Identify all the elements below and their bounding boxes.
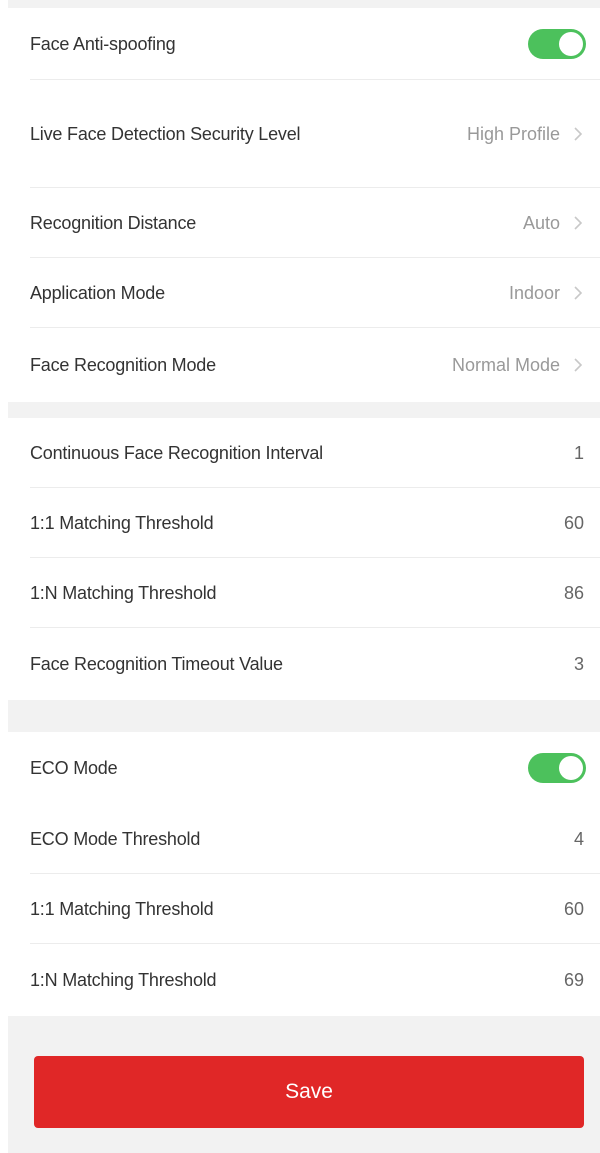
recognition-distance-value: Auto	[522, 212, 560, 233]
eco-matching-1-n-value[interactable]: 69	[564, 970, 584, 991]
section-gap	[8, 402, 600, 418]
timeout-value-value[interactable]: 3	[574, 654, 584, 675]
face-recognition-mode-label: Face Recognition Mode	[30, 354, 216, 375]
face-anti-spoofing-toggle[interactable]	[528, 29, 586, 59]
eco-matching-1-1-value[interactable]: 60	[564, 899, 584, 920]
face-anti-spoofing-label: Face Anti-spoofing	[30, 33, 176, 54]
liveness-level-selector[interactable]: High Profile	[467, 124, 586, 145]
settings-page: Face Anti-spoofing Live Face Detection S…	[8, 0, 600, 1153]
chevron-right-icon	[570, 215, 586, 231]
section-face-detection: Face Anti-spoofing Live Face Detection S…	[8, 8, 600, 402]
matching-1-1-row[interactable]: 1:1 Matching Threshold 60	[8, 488, 600, 558]
toggle-knob	[559, 756, 583, 780]
timeout-value-row[interactable]: Face Recognition Timeout Value 3	[8, 628, 600, 700]
matching-1-1-label: 1:1 Matching Threshold	[30, 512, 214, 533]
section-recognition-params: Continuous Face Recognition Interval 1 1…	[8, 418, 600, 700]
timeout-value-label: Face Recognition Timeout Value	[30, 653, 283, 674]
recognition-distance-label: Recognition Distance	[30, 212, 197, 233]
section-eco-mode: ECO Mode ECO Mode Threshold 4 1:1 Matchi…	[8, 732, 600, 1016]
liveness-level-label: Live Face Detection Security Level	[30, 124, 301, 144]
eco-matching-1-1-label: 1:1 Matching Threshold	[30, 898, 214, 919]
toggle-knob	[559, 32, 583, 56]
chevron-right-icon	[570, 357, 586, 373]
save-button[interactable]: Save	[34, 1056, 584, 1128]
matching-1-n-row[interactable]: 1:N Matching Threshold 86	[8, 558, 600, 628]
face-anti-spoofing-row: Face Anti-spoofing	[8, 8, 600, 80]
chevron-right-icon	[570, 126, 586, 142]
eco-matching-1-n-label: 1:N Matching Threshold	[30, 969, 217, 990]
eco-threshold-value[interactable]: 4	[574, 829, 584, 850]
application-mode-selector[interactable]: Indoor	[509, 283, 586, 304]
eco-matching-1-1-row[interactable]: 1:1 Matching Threshold 60	[8, 874, 600, 944]
save-area: Save	[8, 1016, 600, 1128]
application-mode-label: Application Mode	[30, 282, 165, 303]
continuous-interval-value[interactable]: 1	[574, 443, 584, 464]
eco-threshold-label: ECO Mode Threshold	[30, 828, 201, 849]
recognition-distance-selector[interactable]: Auto	[523, 213, 586, 234]
eco-mode-row: ECO Mode	[8, 732, 600, 804]
application-mode-row[interactable]: Application Mode Indoor	[8, 258, 600, 328]
eco-matching-1-n-row[interactable]: 1:N Matching Threshold 69	[8, 944, 600, 1016]
eco-mode-label: ECO Mode	[30, 757, 118, 778]
eco-mode-toggle[interactable]	[528, 753, 586, 783]
application-mode-value: Indoor	[508, 282, 560, 303]
matching-1-n-label: 1:N Matching Threshold	[30, 582, 217, 603]
matching-1-1-value[interactable]: 60	[564, 513, 584, 534]
liveness-level-row[interactable]: Live Face Detection Security Level High …	[8, 80, 600, 188]
eco-threshold-row[interactable]: ECO Mode Threshold 4	[8, 804, 600, 874]
recognition-distance-row[interactable]: Recognition Distance Auto	[8, 188, 600, 258]
face-recognition-mode-selector[interactable]: Normal Mode	[452, 355, 586, 376]
section-gap	[8, 700, 600, 732]
face-recognition-mode-row[interactable]: Face Recognition Mode Normal Mode	[8, 328, 600, 402]
chevron-right-icon	[570, 285, 586, 301]
liveness-level-value: High Profile	[466, 123, 560, 144]
continuous-interval-row[interactable]: Continuous Face Recognition Interval 1	[8, 418, 600, 488]
continuous-interval-label: Continuous Face Recognition Interval	[30, 442, 323, 463]
face-recognition-mode-value: Normal Mode	[451, 354, 560, 375]
matching-1-n-value[interactable]: 86	[564, 583, 584, 604]
top-strip	[8, 0, 600, 8]
